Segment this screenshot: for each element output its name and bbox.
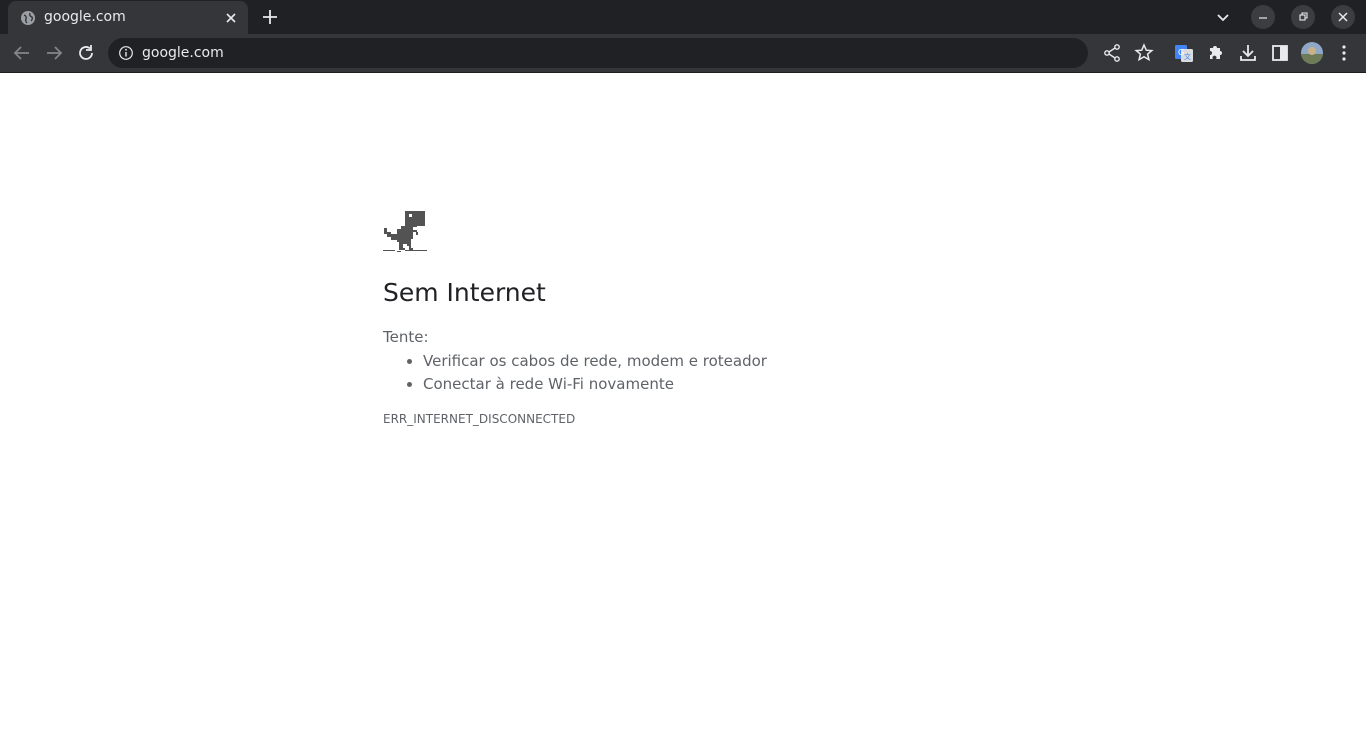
globe-icon (21, 11, 35, 25)
title-bar: google.com (0, 0, 1366, 34)
suggestions-list: Verificar os cabos de rede, modem e rote… (383, 350, 767, 396)
list-item: Conectar à rede Wi-Fi novamente (423, 373, 767, 396)
back-icon[interactable] (10, 41, 34, 65)
avatar[interactable] (1300, 41, 1324, 65)
info-icon[interactable] (118, 45, 134, 61)
minimize-icon (1259, 17, 1267, 19)
reload-icon[interactable] (74, 41, 98, 65)
chevron-down-icon[interactable] (1212, 6, 1234, 28)
close-icon[interactable] (222, 9, 240, 27)
tab-title: google.com (44, 9, 126, 25)
minimize-button[interactable] (1251, 5, 1275, 29)
dinosaur-icon (383, 211, 427, 252)
menu-icon[interactable] (1332, 41, 1356, 65)
star-icon[interactable] (1132, 41, 1156, 65)
address-bar[interactable]: google.com (108, 38, 1088, 68)
address-url[interactable]: google.com (142, 45, 224, 61)
tab-google[interactable]: google.com (8, 1, 248, 34)
sidepanel-icon[interactable] (1268, 41, 1292, 65)
puzzle-icon[interactable] (1204, 41, 1228, 65)
restore-icon (1299, 12, 1308, 21)
forward-icon[interactable] (42, 41, 66, 65)
page-title: Sem Internet (383, 278, 546, 307)
translate-icon[interactable]: G 文 (1172, 41, 1196, 65)
error-code: ERR_INTERNET_DISCONNECTED (383, 412, 576, 426)
plus-icon[interactable] (259, 6, 281, 28)
download-icon[interactable] (1236, 41, 1260, 65)
close-window-button[interactable] (1331, 5, 1355, 29)
close-window-icon (1338, 12, 1348, 22)
list-item: Verificar os cabos de rede, modem e rote… (423, 350, 767, 373)
svg-text:文: 文 (1184, 52, 1191, 61)
try-label: Tente: (383, 328, 429, 346)
restore-button[interactable] (1291, 5, 1315, 29)
share-icon[interactable] (1100, 41, 1124, 65)
toolbar: google.com G 文 (0, 34, 1366, 73)
